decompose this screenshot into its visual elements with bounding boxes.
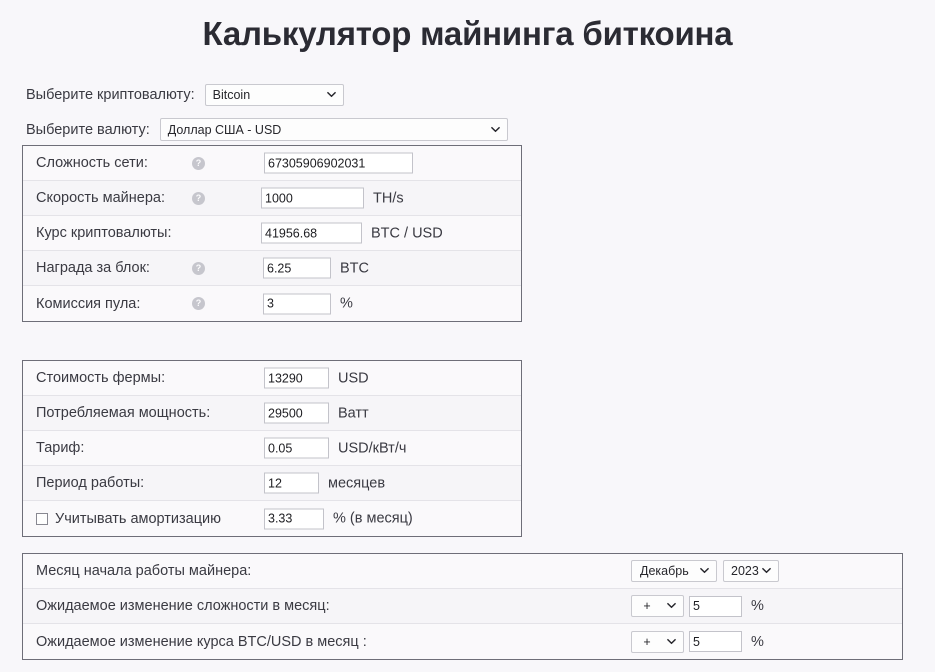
pool-fee-input[interactable] bbox=[263, 293, 331, 314]
pool-fee-unit: % bbox=[340, 295, 353, 312]
help-icon[interactable]: ? bbox=[192, 297, 205, 310]
row-crypto-price: Курс криптовалюты: BTC / USD bbox=[23, 216, 521, 251]
amortization-label: Учитывать амортизацию bbox=[55, 510, 222, 527]
network-difficulty-input[interactable] bbox=[264, 152, 413, 174]
row-pool-fee: Комиссия пула: ? % bbox=[23, 286, 521, 321]
crypto-select-row: Выберите криптовалюту: Bitcoin bbox=[26, 84, 344, 106]
forecast-panel: Месяц начала работы майнера: Декабрь 202… bbox=[22, 553, 903, 660]
network-parameters-panel: Сложность сети: ? Скорость майнера: ? TH… bbox=[22, 145, 522, 322]
block-reward-label: Награда за блок: bbox=[36, 260, 150, 276]
rate-change-sign-value: + bbox=[643, 634, 651, 649]
amortization-input[interactable] bbox=[264, 508, 324, 529]
farm-parameters-panel: Стоимость фермы: USD Потребляемая мощнос… bbox=[22, 360, 522, 537]
start-month-label: Месяц начала работы майнера: bbox=[36, 563, 252, 579]
pool-fee-input-wrap: % bbox=[263, 293, 353, 314]
difficulty-change-sign-select[interactable]: + bbox=[631, 595, 684, 617]
crypto-price-input[interactable] bbox=[261, 222, 362, 244]
help-icon[interactable]: ? bbox=[192, 261, 205, 275]
row-power-consumption: Потребляемая мощность: Ватт bbox=[23, 396, 521, 431]
chevron-down-icon bbox=[326, 90, 336, 99]
crypto-price-unit: BTC / USD bbox=[371, 225, 443, 241]
row-farm-cost: Стоимость фермы: USD bbox=[23, 361, 521, 396]
page-title: Калькулятор майнинга биткоина bbox=[202, 15, 733, 52]
row-network-difficulty: Сложность сети: ? bbox=[23, 146, 521, 181]
row-block-reward: Награда за блок: ? BTC bbox=[23, 251, 521, 286]
chevron-down-icon bbox=[490, 125, 500, 134]
row-rate-change: Ожидаемое изменение курса BTC/USD в меся… bbox=[23, 624, 902, 659]
difficulty-change-label: Ожидаемое изменение сложности в месяц: bbox=[36, 598, 330, 614]
miner-hashrate-input[interactable] bbox=[261, 187, 364, 209]
start-year-select[interactable]: 2023 bbox=[723, 560, 779, 582]
currency-select-label: Выберите валюту: bbox=[26, 121, 150, 138]
block-reward-unit: BTC bbox=[340, 260, 369, 276]
miner-hashrate-unit: TH/s bbox=[373, 190, 404, 206]
chevron-down-icon bbox=[700, 566, 709, 575]
block-reward-input-wrap: BTC bbox=[263, 257, 369, 279]
rate-change-unit: % bbox=[751, 633, 764, 650]
crypto-select-label: Выберите криптовалюту: bbox=[26, 87, 195, 103]
help-icon[interactable]: ? bbox=[192, 156, 205, 170]
rate-change-label: Ожидаемое изменение курса BTC/USD в меся… bbox=[36, 633, 367, 650]
operating-period-input-wrap: месяцев bbox=[264, 472, 386, 494]
crypto-price-label: Курс криптовалюты: bbox=[36, 225, 172, 241]
network-difficulty-input-wrap bbox=[264, 152, 413, 174]
rate-change-controls: + % bbox=[631, 630, 764, 653]
difficulty-change-input[interactable] bbox=[689, 595, 742, 617]
electricity-tariff-input[interactable] bbox=[264, 437, 329, 459]
rate-change-input[interactable] bbox=[689, 631, 742, 652]
crypto-select-value: Bitcoin bbox=[212, 88, 251, 102]
amortization-input-wrap: % (в месяц) bbox=[264, 508, 413, 529]
difficulty-change-sign-value: + bbox=[643, 599, 651, 613]
row-amortization: Учитывать амортизацию % (в месяц) bbox=[23, 501, 521, 536]
operating-period-input[interactable] bbox=[264, 472, 319, 494]
row-operating-period: Период работы: месяцев bbox=[23, 466, 521, 501]
row-start-month: Месяц начала работы майнера: Декабрь 202… bbox=[23, 554, 902, 589]
miner-hashrate-input-wrap: TH/s bbox=[261, 187, 404, 209]
chevron-down-icon bbox=[667, 637, 676, 646]
pool-fee-label: Комиссия пула: bbox=[36, 295, 141, 312]
difficulty-change-unit: % bbox=[751, 598, 764, 614]
network-difficulty-label: Сложность сети: bbox=[36, 155, 148, 171]
power-consumption-input[interactable] bbox=[264, 402, 329, 424]
crypto-select[interactable]: Bitcoin bbox=[204, 84, 344, 106]
chevron-down-icon bbox=[667, 601, 676, 610]
start-year-value: 2023 bbox=[731, 564, 759, 578]
row-miner-hashrate: Скорость майнера: ? TH/s bbox=[23, 181, 521, 216]
row-difficulty-change: Ожидаемое изменение сложности в месяц: +… bbox=[23, 589, 902, 624]
rate-change-sign-select[interactable]: + bbox=[631, 630, 684, 653]
amortization-checkbox[interactable] bbox=[36, 512, 48, 525]
row-electricity-tariff: Тариф: USD/кВт/ч bbox=[23, 431, 521, 466]
power-consumption-unit: Ватт bbox=[338, 405, 369, 421]
electricity-tariff-unit: USD/кВт/ч bbox=[338, 440, 407, 456]
farm-cost-input-wrap: USD bbox=[264, 367, 369, 389]
power-consumption-label: Потребляемая мощность: bbox=[36, 405, 211, 421]
amortization-unit: % (в месяц) bbox=[333, 510, 413, 527]
currency-select[interactable]: Доллар США - USD bbox=[159, 118, 508, 141]
block-reward-input[interactable] bbox=[263, 257, 331, 279]
crypto-price-input-wrap: BTC / USD bbox=[261, 222, 443, 244]
farm-cost-unit: USD bbox=[338, 370, 369, 386]
farm-cost-label: Стоимость фермы: bbox=[36, 370, 166, 386]
help-icon[interactable]: ? bbox=[192, 191, 205, 205]
electricity-tariff-input-wrap: USD/кВт/ч bbox=[264, 437, 407, 459]
difficulty-change-controls: + % bbox=[631, 595, 764, 617]
farm-cost-input[interactable] bbox=[264, 367, 329, 389]
miner-hashrate-label: Скорость майнера: bbox=[36, 190, 166, 206]
electricity-tariff-label: Тариф: bbox=[36, 440, 85, 456]
start-month-controls: Декабрь 2023 bbox=[631, 560, 779, 582]
operating-period-unit: месяцев bbox=[328, 475, 386, 491]
power-consumption-input-wrap: Ватт bbox=[264, 402, 369, 424]
currency-select-row: Выберите валюту: Доллар США - USD bbox=[26, 118, 508, 141]
chevron-down-icon bbox=[762, 566, 771, 575]
start-month-value: Декабрь bbox=[640, 564, 689, 578]
start-month-select[interactable]: Декабрь bbox=[631, 560, 717, 582]
mining-calculator-page: Калькулятор майнинга биткоина Выберите к… bbox=[0, 0, 935, 672]
currency-select-value: Доллар США - USD bbox=[167, 122, 282, 137]
operating-period-label: Период работы: bbox=[36, 475, 145, 491]
